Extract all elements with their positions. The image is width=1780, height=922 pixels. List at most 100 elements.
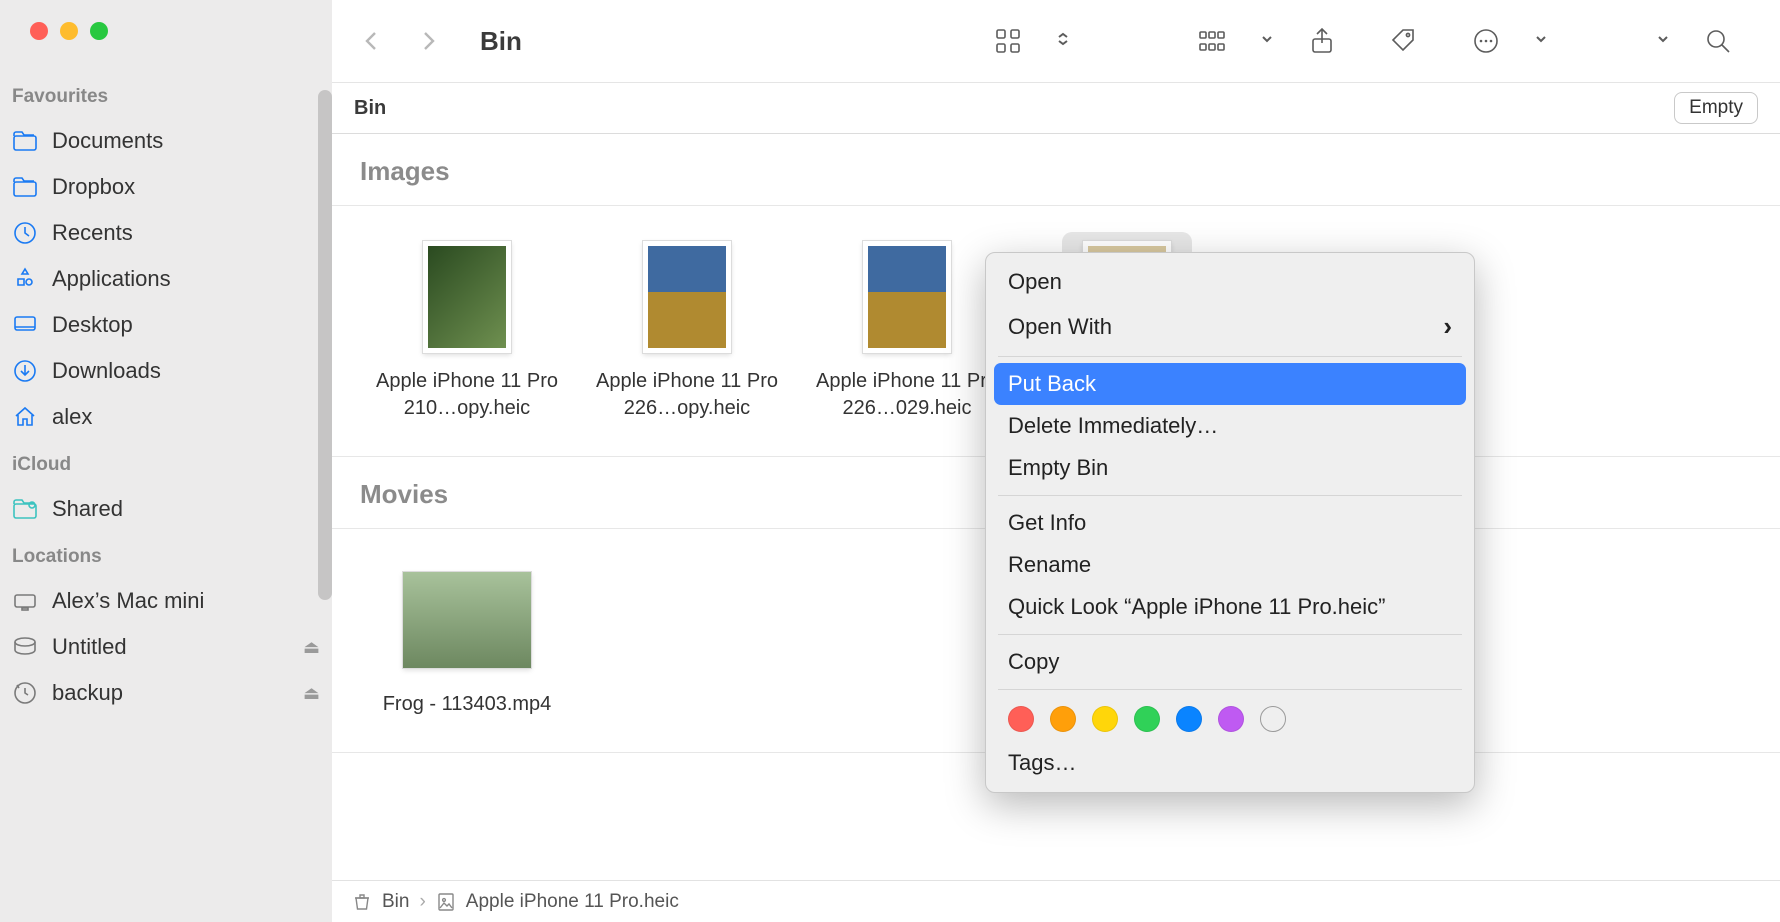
- context-menu-separator: [998, 356, 1462, 357]
- sidebar-item-label: Desktop: [52, 312, 320, 338]
- minimize-window-button[interactable]: [60, 22, 78, 40]
- forward-button[interactable]: [416, 29, 440, 53]
- context-menu-item-label: Put Back: [1008, 371, 1096, 397]
- sidebar-item[interactable]: Shared: [0, 486, 332, 532]
- zoom-window-button[interactable]: [90, 22, 108, 40]
- sidebar-item-label: backup: [52, 680, 289, 706]
- group-by-caret-icon[interactable]: [1260, 32, 1274, 51]
- close-window-button[interactable]: [30, 22, 48, 40]
- share-button[interactable]: [1302, 21, 1342, 61]
- sidebar-item[interactable]: Downloads: [0, 348, 332, 394]
- sidebar-item-label: Shared: [52, 496, 320, 522]
- context-menu-item[interactable]: Get Info: [986, 502, 1474, 544]
- sidebar-item[interactable]: backup ⏏: [0, 670, 332, 716]
- context-menu-item-label: Rename: [1008, 552, 1091, 578]
- search-button[interactable]: [1698, 21, 1738, 61]
- context-menu-item[interactable]: Copy: [986, 641, 1474, 683]
- file-thumbnail: [622, 232, 752, 362]
- file-thumbnail: [402, 555, 532, 685]
- sidebar-scrollbar[interactable]: [318, 90, 332, 600]
- location-bar: Bin Empty: [332, 82, 1780, 134]
- tags-button[interactable]: [1384, 21, 1424, 61]
- home-icon: [12, 404, 38, 430]
- sidebar-item-label: Downloads: [52, 358, 320, 384]
- more-actions-caret-icon[interactable]: [1534, 32, 1548, 51]
- more-actions-button[interactable]: [1466, 21, 1506, 61]
- file-item[interactable]: Apple iPhone 11 Pro 210…opy.heic: [372, 232, 562, 422]
- empty-bin-button[interactable]: Empty: [1674, 92, 1758, 124]
- sidebar-section-header: Favourites: [0, 72, 332, 118]
- view-icon-mode-button[interactable]: [988, 21, 1028, 61]
- file-item[interactable]: Apple iPhone 11 Pro 226…029.heic: [812, 232, 1002, 422]
- context-menu-item-label: Open: [1008, 269, 1062, 295]
- apps-icon: [12, 266, 38, 292]
- file-thumbnail: [402, 232, 532, 362]
- view-updown-icon[interactable]: [1056, 32, 1070, 51]
- context-menu-item-label: Get Info: [1008, 510, 1086, 536]
- tag-color-dot[interactable]: [1134, 706, 1160, 732]
- file-name: Frog - 113403.mp4: [379, 685, 556, 718]
- context-menu-item[interactable]: Tags…: [986, 742, 1474, 784]
- sidebar-section-header: iCloud: [0, 440, 332, 486]
- path-separator-icon: ›: [419, 891, 425, 913]
- file-name: Apple iPhone 11 Pro 226…029.heic: [812, 362, 1002, 422]
- path-crumb[interactable]: Apple iPhone 11 Pro.heic: [466, 891, 679, 913]
- sidebar: Favourites Documents Dropbox Recents Applica…: [0, 0, 332, 922]
- sidebar-item[interactable]: Applications: [0, 256, 332, 302]
- sidebar-item-label: alex: [52, 404, 320, 430]
- tag-color-dot[interactable]: [1260, 706, 1286, 732]
- computer-icon: [12, 588, 38, 614]
- tag-color-dot[interactable]: [1008, 706, 1034, 732]
- context-menu-item-label: Quick Look “Apple iPhone 11 Pro.heic”: [1008, 594, 1385, 620]
- context-menu-item[interactable]: Open With›: [986, 303, 1474, 350]
- context-menu-item[interactable]: Put Back: [994, 363, 1466, 405]
- folder-icon: [12, 128, 38, 154]
- location-title: Bin: [354, 97, 386, 120]
- context-menu-separator: [998, 634, 1462, 635]
- sidebar-item-label: Recents: [52, 220, 320, 246]
- disk-icon: [12, 634, 38, 660]
- file-name: Apple iPhone 11 Pro 226…opy.heic: [592, 362, 782, 422]
- path-crumb[interactable]: Bin: [382, 891, 409, 913]
- context-menu-item[interactable]: Rename: [986, 544, 1474, 586]
- desktop-icon: [12, 312, 38, 338]
- context-menu-item[interactable]: Empty Bin: [986, 447, 1474, 489]
- file-item[interactable]: Apple iPhone 11 Pro 226…opy.heic: [592, 232, 782, 422]
- group-by-button[interactable]: [1192, 21, 1232, 61]
- sidebar-item-label: Alex’s Mac mini: [52, 588, 320, 614]
- file-name: Apple iPhone 11 Pro 210…opy.heic: [372, 362, 562, 422]
- sidebar-item[interactable]: alex: [0, 394, 332, 440]
- tag-color-dot[interactable]: [1218, 706, 1244, 732]
- chevron-right-icon: ›: [1443, 311, 1452, 342]
- group-header: Images: [332, 134, 1780, 206]
- folder-icon: [12, 174, 38, 200]
- context-menu-separator: [998, 689, 1462, 690]
- sidebar-section-header: Locations: [0, 532, 332, 578]
- sidebar-item-label: Documents: [52, 128, 320, 154]
- context-menu-item-label: Delete Immediately…: [1008, 413, 1218, 439]
- sidebar-item[interactable]: Recents: [0, 210, 332, 256]
- file-item[interactable]: Frog - 113403.mp4: [372, 555, 562, 718]
- sidebar-item[interactable]: Dropbox: [0, 164, 332, 210]
- back-button[interactable]: [360, 29, 384, 53]
- path-bar: Bin › Apple iPhone 11 Pro.heic: [332, 880, 1780, 922]
- context-menu-item[interactable]: Open: [986, 261, 1474, 303]
- sidebar-item[interactable]: Documents: [0, 118, 332, 164]
- context-menu-item-label: Empty Bin: [1008, 455, 1108, 481]
- tag-color-dot[interactable]: [1050, 706, 1076, 732]
- sidebar-item[interactable]: Desktop: [0, 302, 332, 348]
- eject-icon[interactable]: ⏏: [303, 637, 320, 658]
- tag-color-dot[interactable]: [1176, 706, 1202, 732]
- sidebar-item[interactable]: Untitled⏏: [0, 624, 332, 670]
- context-menu-item-label: Tags…: [1008, 750, 1076, 776]
- eject-icon[interactable]: ⏏: [303, 683, 320, 704]
- sidebar-item[interactable]: Alex’s Mac mini: [0, 578, 332, 624]
- toolbar-overflow-icon[interactable]: [1656, 32, 1670, 51]
- context-menu-item[interactable]: Delete Immediately…: [986, 405, 1474, 447]
- window-controls: [0, 22, 332, 72]
- tag-color-dot[interactable]: [1092, 706, 1118, 732]
- context-menu-item[interactable]: Quick Look “Apple iPhone 11 Pro.heic”: [986, 586, 1474, 628]
- sidebar-item-label: Dropbox: [52, 174, 320, 200]
- image-file-icon: [436, 892, 456, 912]
- download-icon: [12, 358, 38, 384]
